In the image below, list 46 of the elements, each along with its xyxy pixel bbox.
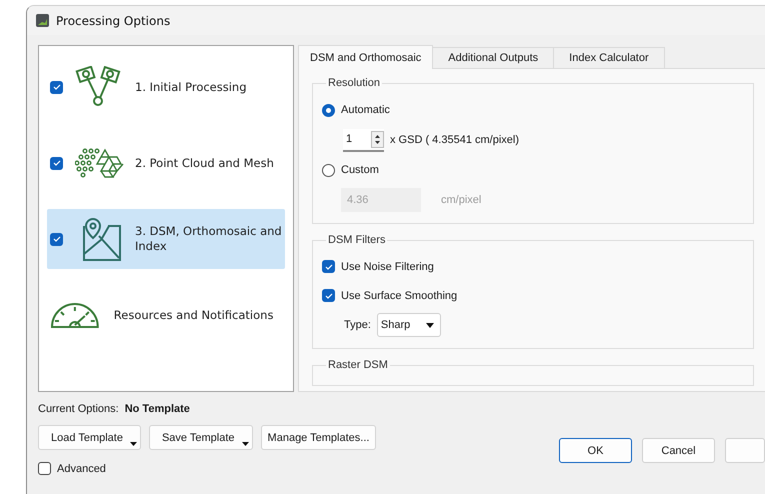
tab[interactable]: Index Calculator xyxy=(553,47,665,69)
type-dropdown[interactable]: Sharp xyxy=(376,313,441,337)
checkmark-icon xyxy=(52,84,60,90)
template-button[interactable]: Save Template xyxy=(148,425,253,450)
group-title: Raster DSM xyxy=(327,359,389,371)
checkmark-icon xyxy=(324,292,332,298)
checkbox-label: Use Surface Smoothing xyxy=(341,290,458,302)
advanced-checkbox[interactable] xyxy=(38,462,51,475)
tab[interactable]: DSM and Orthomosaic xyxy=(298,45,434,69)
group-title: Resolution xyxy=(327,77,381,89)
step-item[interactable]: 1. Initial Processing xyxy=(47,57,285,117)
current-options-value: No Template xyxy=(124,402,190,414)
current-options-label: Current Options: xyxy=(38,402,119,414)
checkbox-label: Use Noise Filtering xyxy=(341,260,434,272)
step-checkbox[interactable] xyxy=(50,80,63,94)
dropdown-arrow-icon xyxy=(426,322,434,328)
step-checkbox[interactable] xyxy=(50,232,63,246)
step-item[interactable]: 2. Point Cloud and Mesh xyxy=(47,133,285,193)
dialog-button[interactable]: OK xyxy=(559,438,632,463)
automatic-radio[interactable] xyxy=(322,104,335,116)
caret-icon xyxy=(242,442,249,446)
radio-label: Custom xyxy=(341,164,379,176)
step-item[interactable]: 3. DSM, Orthomosaic and Index xyxy=(47,209,285,269)
radio-label: Automatic xyxy=(341,104,390,116)
gsd-label: x GSD ( 4.35541 cm/pixel) xyxy=(390,134,519,146)
template-button[interactable]: Manage Templates... xyxy=(260,425,376,450)
window-title: Processing Options xyxy=(56,14,170,28)
point-cloud-icon xyxy=(75,148,125,178)
checkmark-icon xyxy=(324,264,332,270)
type-label: Type: xyxy=(344,319,371,331)
step-checkbox[interactable] xyxy=(50,156,63,170)
app-icon xyxy=(36,14,49,27)
checkbox-label: Advanced xyxy=(57,462,106,474)
option-checkbox[interactable] xyxy=(322,289,335,302)
group-title: DSM Filters xyxy=(327,234,386,246)
checkmark-icon xyxy=(52,236,60,242)
dialog-button[interactable]: Cancel xyxy=(642,438,715,463)
spin-arrows-icon[interactable] xyxy=(371,130,384,148)
unit-label: cm/pixel xyxy=(441,194,482,206)
checkmark-icon xyxy=(52,160,60,166)
option-checkbox[interactable] xyxy=(322,260,335,273)
gauge-icon xyxy=(50,301,100,329)
step-item[interactable]: Resources and Notifications xyxy=(47,285,285,345)
caret-icon xyxy=(130,442,137,446)
multiplier-spinbox[interactable]: 1 xyxy=(343,128,384,152)
template-button[interactable]: Load Template xyxy=(38,425,141,450)
